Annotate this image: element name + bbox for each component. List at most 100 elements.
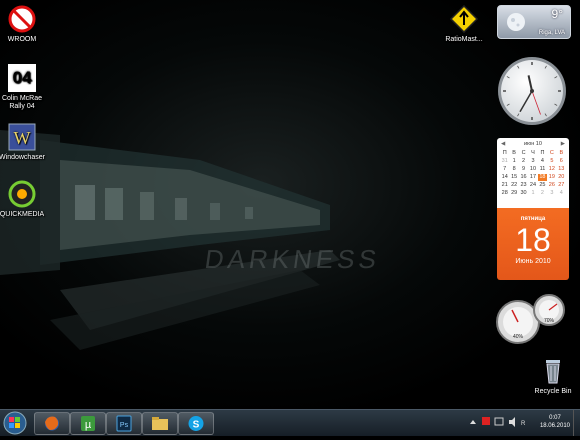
calendar-date-cell[interactable]: 13: [557, 166, 566, 173]
calendar-date-cell[interactable]: 3: [547, 190, 556, 197]
calendar-date-cell[interactable]: 23: [519, 182, 528, 189]
taskbar-firefox[interactable]: [34, 412, 70, 435]
network-icon[interactable]: [494, 417, 504, 426]
prev-month-icon[interactable]: ◀: [501, 141, 505, 147]
calendar-date-cell[interactable]: 4: [538, 158, 547, 165]
no-entry-icon: [7, 5, 37, 33]
calendar-date-cell[interactable]: 12: [547, 166, 556, 173]
calendar-date-cell[interactable]: 6: [557, 158, 566, 165]
calendar-weekday: Ч: [531, 150, 535, 156]
calendar-date-cell[interactable]: 17: [528, 174, 537, 181]
calendar-date-cell[interactable]: 30: [519, 190, 528, 197]
calendar-weekday: С: [549, 150, 554, 156]
show-hidden-icons-icon[interactable]: [470, 420, 476, 424]
system-tray: R: [468, 415, 530, 434]
moon-icon: [507, 13, 525, 31]
calendar-date-cell[interactable]: 21: [500, 182, 509, 189]
recycle-bin-icon: [538, 357, 568, 385]
calendar-date-cell[interactable]: 26: [547, 182, 556, 189]
rally-badge-text: 04: [12, 68, 32, 87]
desktop-icon-wroom[interactable]: WROOM: [0, 5, 50, 44]
svg-text:W: W: [14, 128, 31, 148]
weather-location: Riga, LVA: [538, 30, 565, 36]
cpu-meter-gadget[interactable]: 40% 70%: [494, 292, 568, 346]
firefox-icon: [45, 416, 59, 431]
desktop: DARKNESS WROOM 04 Colin McRae Rally 04 W…: [0, 0, 580, 409]
desktop-icon-windowchaser[interactable]: W Windowchaser: [0, 123, 50, 162]
memory-percent: 70%: [544, 318, 555, 324]
calendar-day-view: пятница 18 Июнь 2010: [497, 208, 569, 280]
taskbar-skype[interactable]: S: [178, 412, 214, 435]
calendar-date-cell[interactable]: 29: [509, 190, 518, 197]
windowchaser-icon: W: [7, 123, 37, 151]
calendar-date-cell[interactable]: 2: [519, 158, 528, 165]
calendar-month-view: ◀ июн 10 ▶ П В С Ч П С В 31 1 2 3 4 5 6 7 8 9 10 11 12 13 14 1…: [497, 138, 569, 208]
desktop-icon-quickmedia[interactable]: QUICKMEDIA: [0, 180, 50, 219]
calendar-weekday: П: [540, 150, 545, 156]
calendar-date-cell[interactable]: 22: [509, 182, 518, 189]
utorrent-icon: µ: [81, 416, 95, 431]
photoshop-icon: Ps: [116, 415, 132, 432]
taskbar-photoshop[interactable]: Ps: [106, 412, 142, 435]
calendar-grid: П В С Ч П С В 31 1 2 3 4 5 6 7 8 9 10 11 12 13 14 15 16 17 18 19 20…: [497, 150, 569, 197]
calendar-month-label: июн 10: [524, 141, 542, 147]
taskbar-time: 0:07: [549, 415, 561, 421]
cpu-percent: 40%: [513, 334, 524, 340]
calendar-weekday: С: [521, 150, 526, 156]
calendar-date-cell[interactable]: 28: [500, 190, 509, 197]
calendar-date-cell[interactable]: 25: [538, 182, 547, 189]
quickmedia-icon: [7, 180, 37, 208]
calendar-date-cell[interactable]: 31: [500, 158, 509, 165]
wallpaper-image: [0, 130, 340, 350]
calendar-date-cell[interactable]: 27: [557, 182, 566, 189]
analog-clock-gadget[interactable]: [496, 55, 568, 127]
calendar-date-cell[interactable]: 4: [557, 190, 566, 197]
start-button[interactable]: [2, 411, 28, 435]
calendar-date-cell[interactable]: 7: [500, 166, 509, 173]
desktop-icon-label: RatioMast...: [445, 36, 483, 43]
calendar-date-cell[interactable]: 19: [547, 174, 556, 181]
desktop-icon-ratiomaster[interactable]: RatioMast...: [436, 4, 492, 44]
svg-text:µ: µ: [85, 419, 92, 431]
weather-gadget[interactable]: 9° Riga, LVA: [497, 5, 571, 39]
calendar-day-of-week: пятница: [520, 216, 546, 222]
calendar-header: ◀ июн 10 ▶: [497, 138, 569, 150]
next-month-icon[interactable]: ▶: [561, 141, 565, 147]
svg-text:S: S: [193, 420, 200, 431]
calendar-weekday: В: [512, 150, 516, 156]
desktop-icon-label: Recycle Bin: [534, 388, 572, 395]
taskbar-utorrent[interactable]: µ: [70, 412, 106, 435]
calendar-date-cell[interactable]: 8: [509, 166, 518, 173]
calendar-gadget[interactable]: ◀ июн 10 ▶ П В С Ч П С В 31 1 2 3 4 5 6 7 8 9 10 11 12 13 14 1…: [497, 138, 569, 283]
calendar-date-cell[interactable]: 1: [528, 190, 537, 197]
language-indicator-icon[interactable]: R: [521, 421, 526, 427]
action-center-flag-icon[interactable]: [482, 417, 490, 425]
calendar-date-cell[interactable]: 3: [528, 158, 537, 165]
calendar-month-year: Июнь 2010: [515, 258, 551, 265]
calendar-date-cell[interactable]: 5: [547, 158, 556, 165]
svg-text:Ps: Ps: [120, 422, 129, 429]
calendar-date-cell[interactable]: 14: [500, 174, 509, 181]
calendar-date-cell[interactable]: 20: [557, 174, 566, 181]
taskbar-clock[interactable]: 0:07 18.06.2010: [540, 414, 570, 430]
calendar-date-cell[interactable]: 24: [528, 182, 537, 189]
calendar-date-cell[interactable]: 18: [537, 174, 548, 181]
folder-icon: [152, 417, 168, 430]
show-desktop-button[interactable]: [573, 410, 580, 436]
desktop-icon-label: WROOM: [7, 36, 37, 43]
desktop-icon-recycle-bin[interactable]: Recycle Bin: [525, 357, 580, 396]
wallpaper-caption: DARKNESS: [202, 244, 383, 274]
taskbar: µ Ps S R 0:07 18.06.2010: [0, 409, 580, 436]
calendar-weekday: П: [502, 150, 507, 156]
weather-temperature: 9°: [551, 7, 563, 21]
taskbar-windows-explorer[interactable]: [142, 412, 178, 435]
calendar-date-cell[interactable]: 11: [538, 166, 547, 173]
volume-icon[interactable]: [509, 417, 515, 427]
calendar-date-cell[interactable]: 15: [509, 174, 518, 181]
calendar-date-cell[interactable]: 2: [538, 190, 547, 197]
calendar-date-cell[interactable]: 1: [509, 158, 518, 165]
calendar-date-cell[interactable]: 10: [528, 166, 537, 173]
calendar-date-cell[interactable]: 16: [519, 174, 528, 181]
calendar-date-cell[interactable]: 9: [519, 166, 528, 173]
desktop-icon-colin-mcrae-rally[interactable]: 04 Colin McRae Rally 04: [0, 64, 50, 111]
